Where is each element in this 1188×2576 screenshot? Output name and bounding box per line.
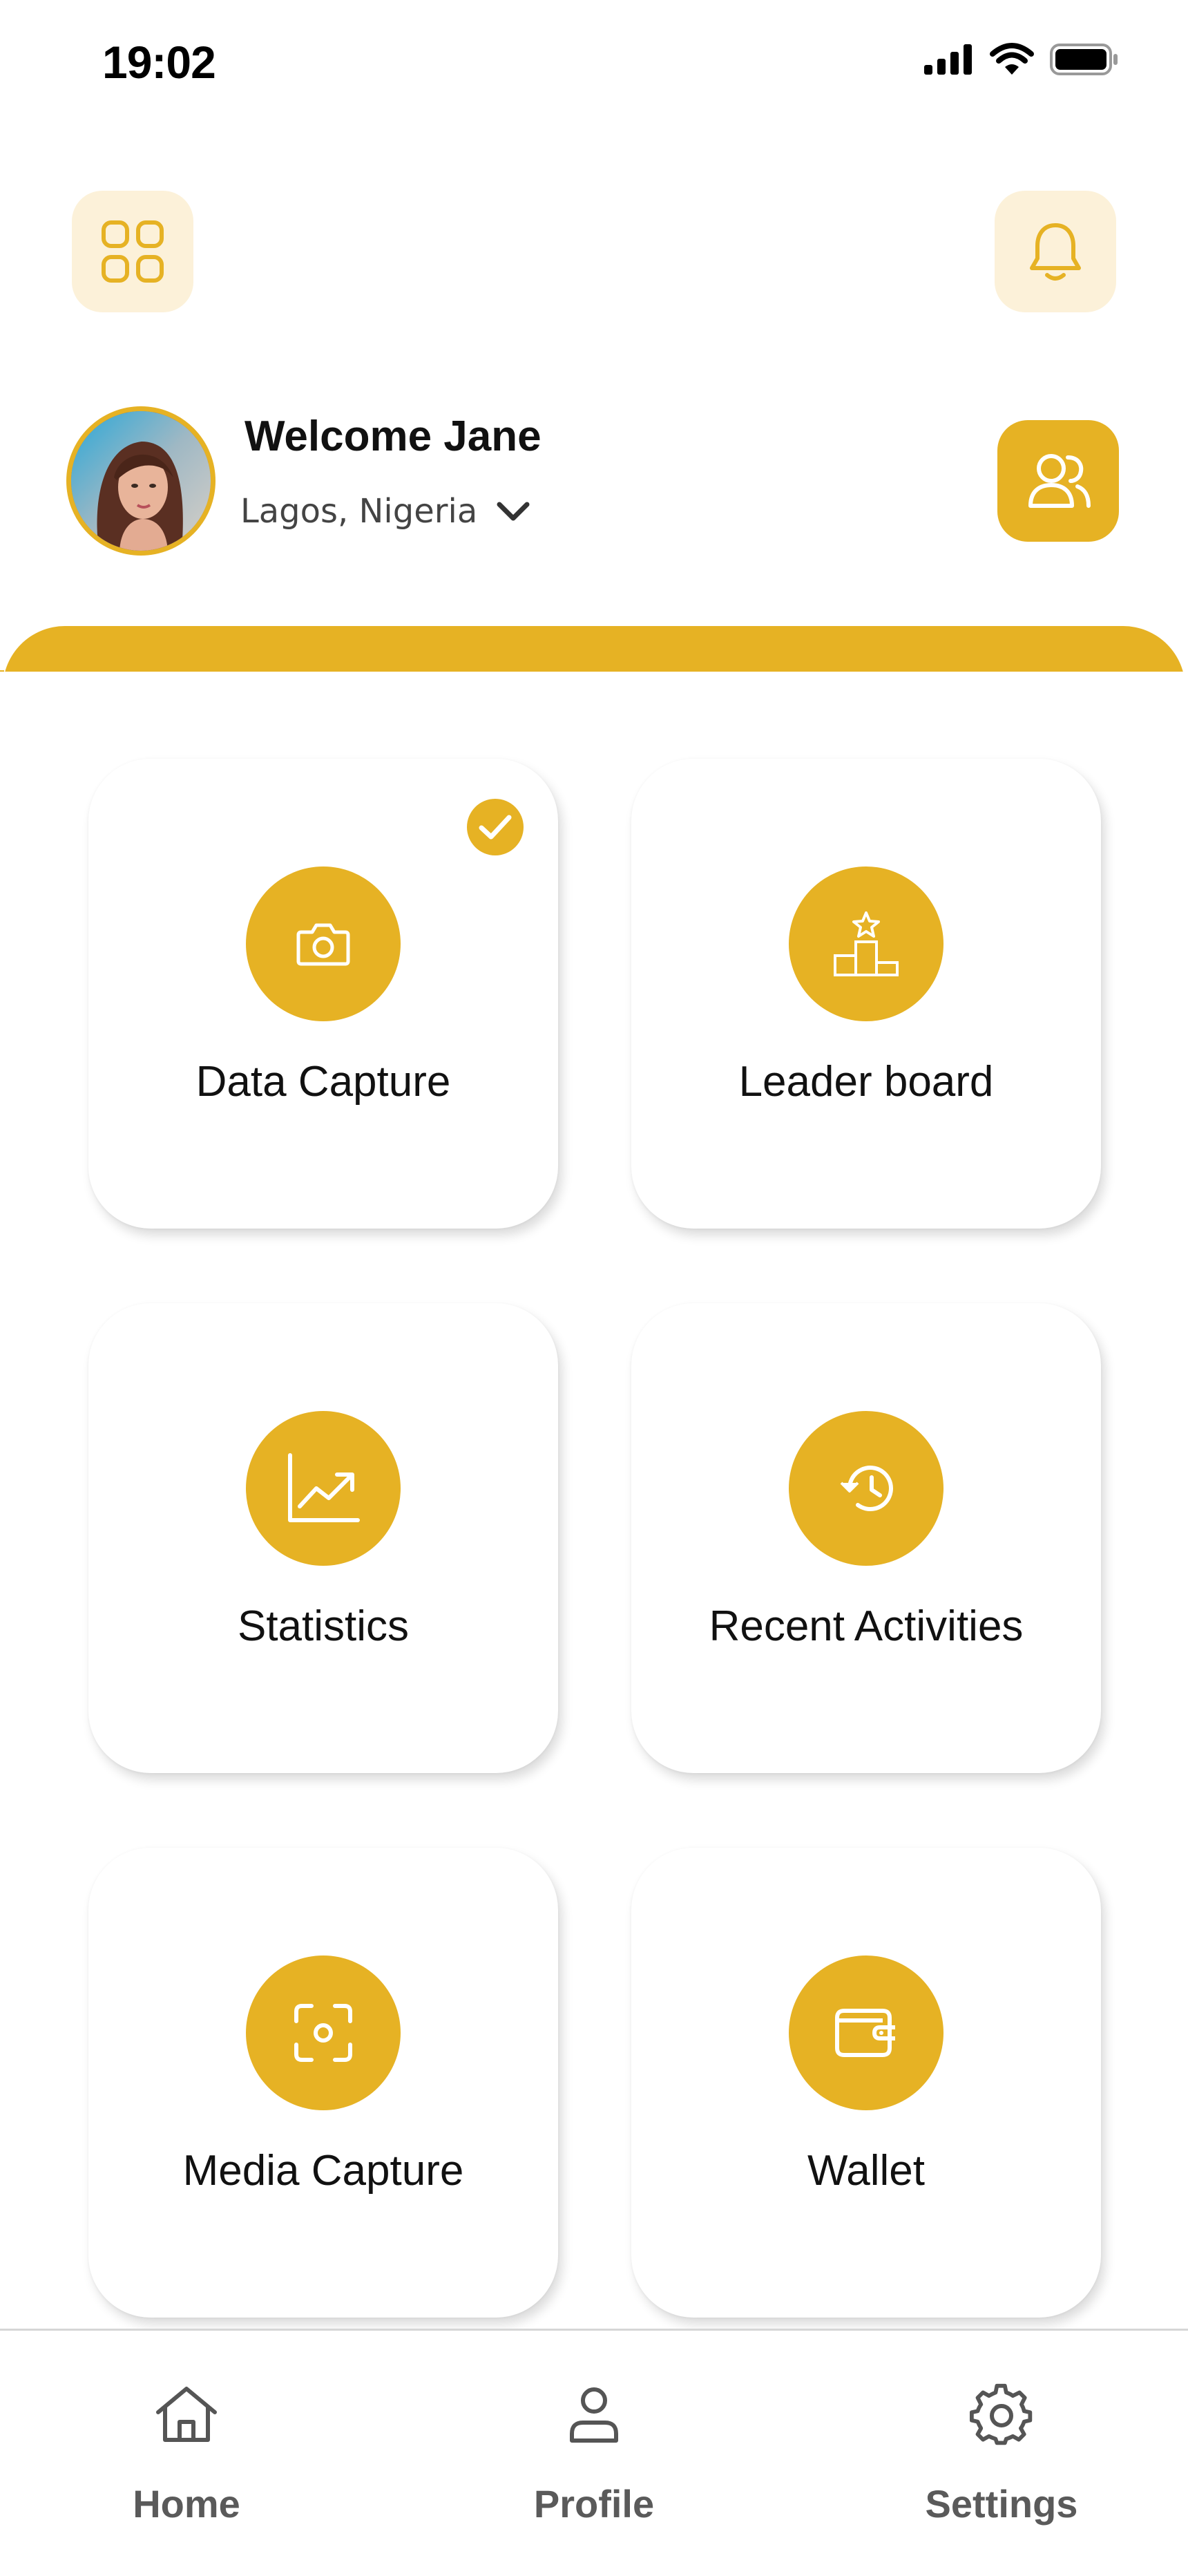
- nav-home-label: Home: [133, 2482, 240, 2526]
- recent-activities-label: Recent Activities: [709, 1602, 1024, 1650]
- battery-icon: [1050, 44, 1118, 75]
- media-capture-icon-circle: [246, 1955, 401, 2110]
- leader-board-icon-circle: [789, 866, 943, 1021]
- bottom-navigation: Home Profile Settings: [0, 2329, 1188, 2576]
- menu-button[interactable]: [72, 191, 193, 312]
- leader-board-label: Leader board: [738, 1058, 994, 1106]
- statistics-icon-circle: [246, 1411, 401, 1566]
- statistics-label: Statistics: [237, 1602, 410, 1650]
- home-icon: [156, 2387, 217, 2442]
- nav-profile-label: Profile: [533, 2482, 655, 2526]
- chart-line-icon: [288, 1453, 360, 1522]
- avatar-photo: [71, 411, 211, 551]
- user-icon: [570, 2387, 618, 2443]
- leader-board-card[interactable]: Leader board: [631, 759, 1101, 1229]
- recent-activities-icon-circle: [789, 1411, 943, 1566]
- welcome-text: Welcome Jane: [245, 413, 542, 460]
- users-icon: [1028, 454, 1091, 508]
- location-label: Lagos, Nigeria: [240, 492, 478, 531]
- grid-icon: [102, 220, 164, 283]
- avatar[interactable]: [66, 406, 215, 556]
- status-time: 19:02: [102, 37, 216, 88]
- media-capture-label: Media Capture: [182, 2147, 464, 2195]
- wallet-label: Wallet: [807, 2147, 925, 2195]
- nav-settings[interactable]: Settings: [898, 2376, 1105, 2526]
- notifications-button[interactable]: [995, 191, 1116, 312]
- home-screen: 19:02 Welcome Jane Lagos, Nigeria Data C…: [0, 0, 1188, 2576]
- wifi-icon: [990, 43, 1034, 75]
- camera-icon: [296, 923, 350, 966]
- status-icons: [924, 43, 1119, 76]
- location-selector[interactable]: Lagos, Nigeria: [240, 492, 530, 531]
- wallet-icon-circle: [789, 1955, 943, 2110]
- data-capture-icon-circle: [246, 866, 401, 1021]
- check-icon: [479, 815, 512, 840]
- focus-scan-icon: [294, 2004, 352, 2062]
- history-icon: [840, 1466, 893, 1511]
- recent-activities-card[interactable]: Recent Activities: [631, 1303, 1101, 1773]
- chevron-down-icon: [497, 502, 530, 521]
- wallet-card[interactable]: Wallet: [631, 1848, 1101, 2318]
- nav-home[interactable]: Home: [83, 2376, 290, 2526]
- podium-icon: [834, 911, 899, 976]
- gear-icon: [970, 2383, 1033, 2445]
- nav-settings-label: Settings: [925, 2482, 1078, 2526]
- data-capture-label: Data Capture: [195, 1058, 451, 1106]
- bell-icon: [1030, 223, 1081, 281]
- wallet-icon: [835, 2009, 895, 2057]
- signal-icon: [924, 44, 972, 75]
- nav-profile[interactable]: Profile: [490, 2376, 698, 2526]
- media-capture-card[interactable]: Media Capture: [88, 1848, 558, 2318]
- statistics-card[interactable]: Statistics: [88, 1303, 558, 1773]
- check-badge: [467, 799, 524, 855]
- users-button[interactable]: [997, 420, 1119, 542]
